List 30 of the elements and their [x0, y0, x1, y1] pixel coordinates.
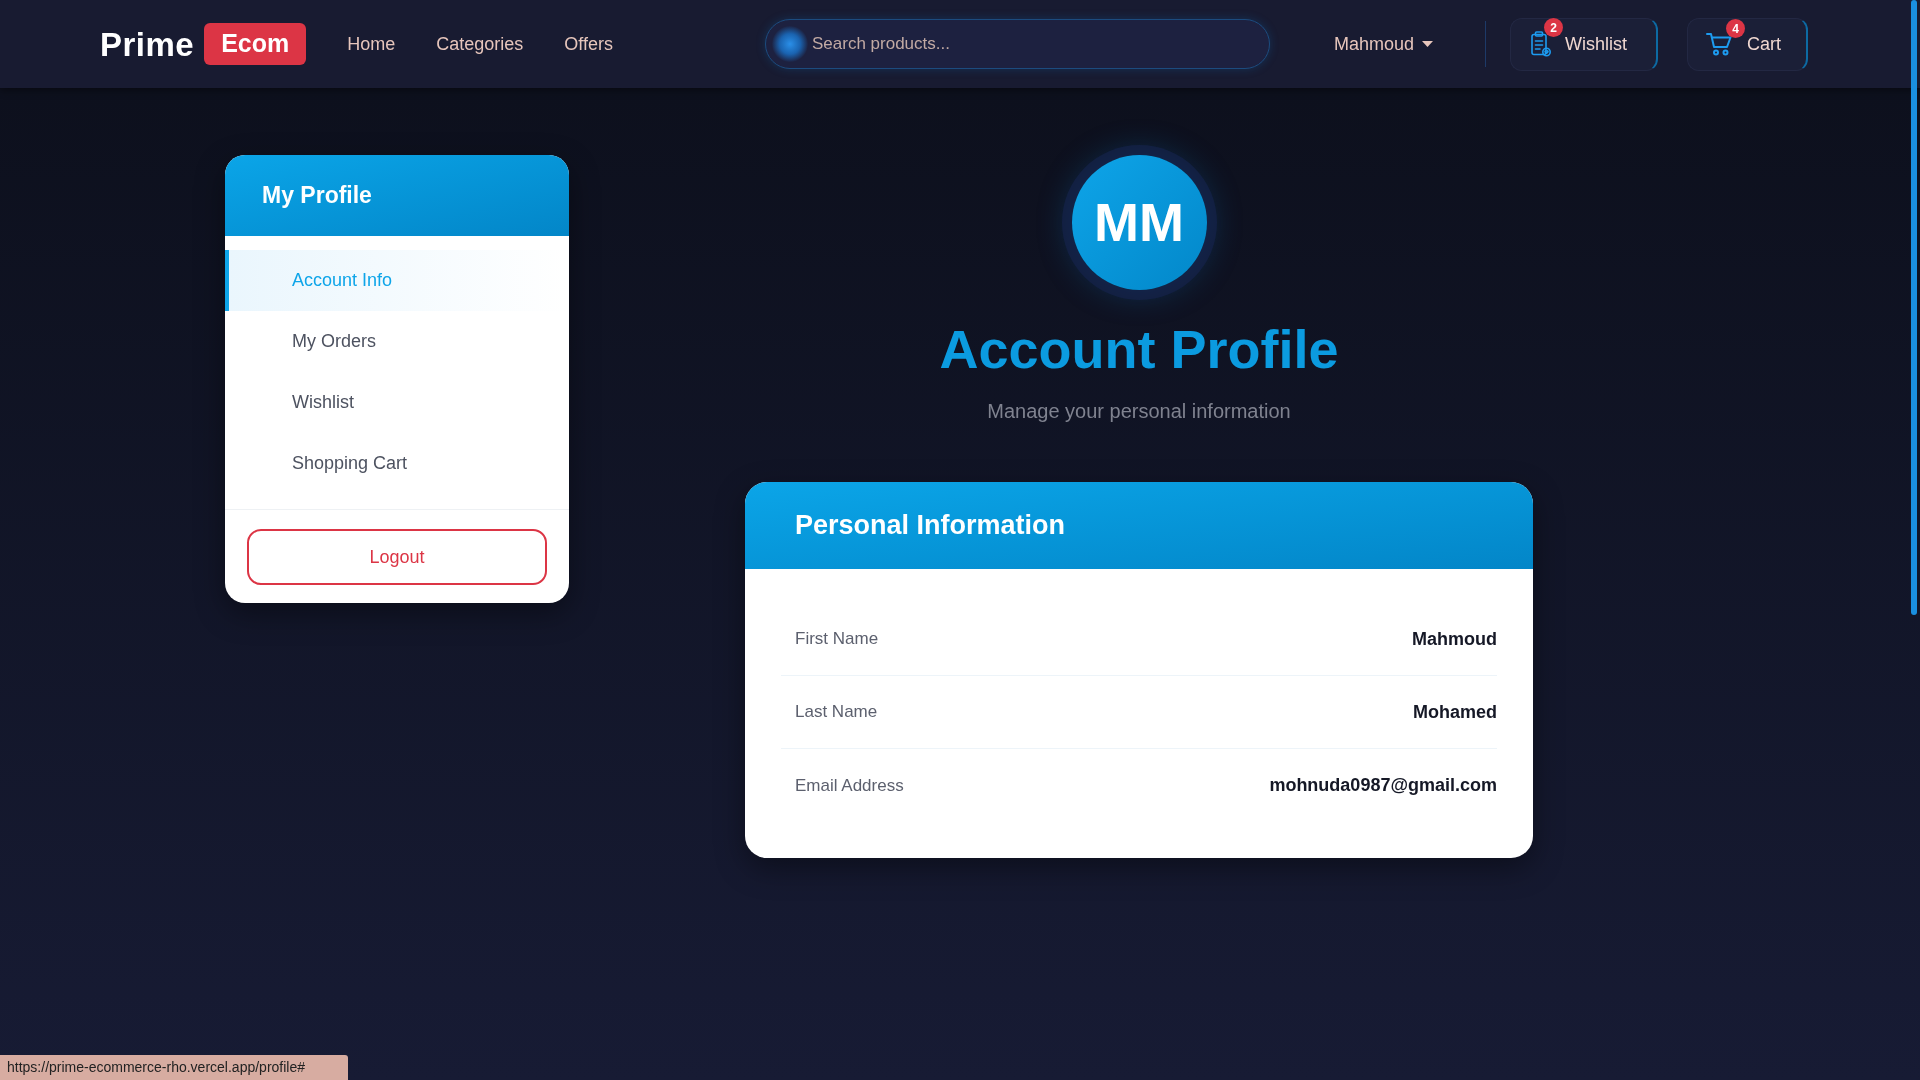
cart-button[interactable]: 4 Cart: [1687, 17, 1808, 71]
logout-button[interactable]: Logout: [247, 529, 547, 585]
field-label: First Name: [795, 628, 879, 651]
field-value: Mohamed: [1413, 700, 1497, 724]
cart-icon: [1706, 32, 1733, 56]
wishlist-button[interactable]: 2 Wishlist: [1510, 17, 1658, 71]
clipboard-icon: [1531, 31, 1551, 57]
sidebar-item[interactable]: Shopping Cart: [225, 433, 569, 494]
count-badge: 4: [1726, 19, 1745, 38]
nav-link[interactable]: Offers: [564, 30, 613, 58]
scrollbar-thumb[interactable]: [1911, 0, 1917, 615]
field-value: mohnuda0987@gmail.com: [1269, 774, 1497, 797]
count-badge: 2: [1544, 18, 1563, 37]
caret-icon: [1422, 41, 1434, 47]
page-subtitle: Manage your personal information: [987, 399, 1291, 424]
field-value: Mahmoud: [1412, 627, 1497, 651]
sidebar-item[interactable]: Wishlist: [225, 372, 569, 433]
user-menu[interactable]: Mahmoud: [1334, 30, 1434, 58]
nav-link[interactable]: Home: [347, 30, 396, 58]
status-url: https://prime-ecommerce-rho.vercel.app/profile#: [0, 1055, 348, 1080]
field-label: Email Address: [795, 774, 904, 797]
logo-text[interactable]: Prime: [100, 27, 195, 61]
field-label: Last Name: [795, 701, 878, 724]
logo-badge[interactable]: Ecom: [204, 23, 307, 65]
page-title: Account Profile: [939, 318, 1339, 381]
sidebar-title: My Profile: [262, 181, 372, 211]
search-field[interactable]: Search products...: [765, 19, 1270, 69]
sidebar-item[interactable]: My Orders: [225, 311, 569, 372]
card-title: Personal Information: [795, 509, 1066, 543]
nav-link[interactable]: Categories: [436, 30, 524, 58]
